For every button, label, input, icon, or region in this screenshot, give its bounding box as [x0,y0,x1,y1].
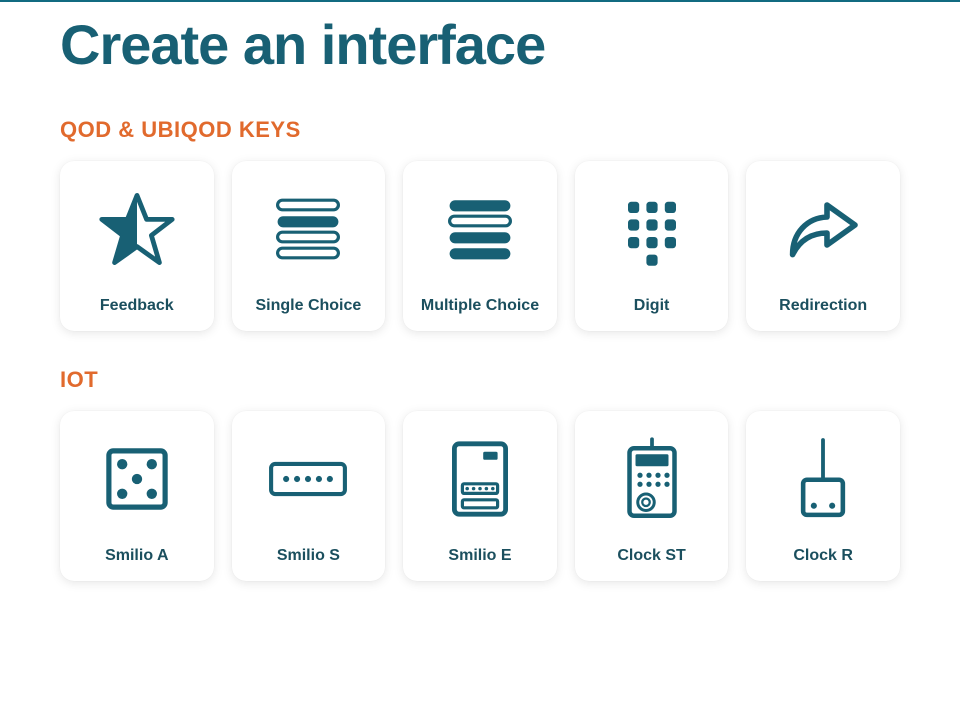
card-label: Single Choice [255,297,361,315]
card-row-qod: Feedback Single Choice [60,161,900,331]
card-digit[interactable]: Digit [575,161,729,331]
keypad-icon [575,161,729,297]
card-label: Clock R [793,547,853,565]
card-label: Clock ST [617,547,685,565]
card-smilio-e[interactable]: Smilio E [403,411,557,581]
card-label: Smilio S [277,547,340,565]
star-half-icon [60,161,214,297]
card-label: Feedback [100,297,174,315]
single-choice-icon [232,161,386,297]
panel-device-icon [403,411,557,547]
card-label: Smilio E [448,547,511,565]
clock-panel-icon [575,411,729,547]
card-smilio-a[interactable]: Smilio A [60,411,214,581]
share-arrow-icon [746,161,900,297]
card-label: Multiple Choice [421,297,539,315]
card-label: Smilio A [105,547,168,565]
section-title-qod: QOD & UBIQOD KEYS [60,117,900,143]
page-content: Create an interface QOD & UBIQOD KEYS Fe… [0,2,960,581]
page-title: Create an interface [60,12,900,77]
card-smilio-s[interactable]: Smilio S [232,411,386,581]
card-single-choice[interactable]: Single Choice [232,161,386,331]
card-label: Digit [634,297,670,315]
section-title-iot: IOT [60,367,900,393]
antenna-box-icon [746,411,900,547]
card-row-iot: Smilio A Smilio S [60,411,900,581]
card-redirection[interactable]: Redirection [746,161,900,331]
card-clock-st[interactable]: Clock ST [575,411,729,581]
multiple-choice-icon [403,161,557,297]
card-label: Redirection [779,297,867,315]
dice-five-icon [60,411,214,547]
dots-row-icon [232,411,386,547]
card-multiple-choice[interactable]: Multiple Choice [403,161,557,331]
card-clock-r[interactable]: Clock R [746,411,900,581]
card-feedback[interactable]: Feedback [60,161,214,331]
